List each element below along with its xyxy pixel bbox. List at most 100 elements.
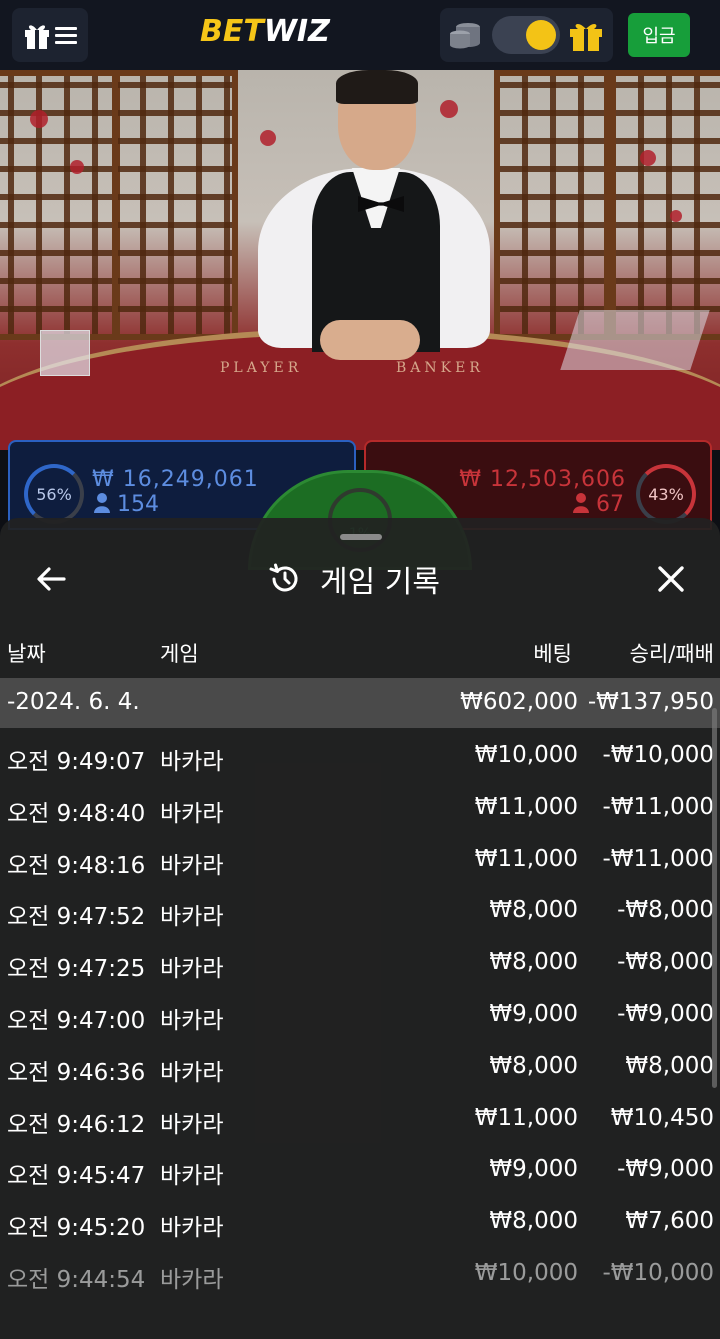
table-banker-label: BANKER xyxy=(396,360,484,376)
history-icon xyxy=(269,563,298,592)
row-bet: ₩11,000 xyxy=(474,845,578,872)
row-result: -₩9,000 xyxy=(617,1156,714,1183)
row-result: -₩10,000 xyxy=(602,742,714,768)
player-bet-count: 154 xyxy=(117,492,159,517)
sheet-title-text: 게임 기록 xyxy=(320,565,440,600)
user-icon xyxy=(94,493,110,513)
live-video: PLAYER BANKER xyxy=(0,70,720,450)
dealer-hair xyxy=(336,70,418,104)
blossom xyxy=(640,150,656,166)
arrow-left-icon xyxy=(37,567,66,591)
hamburger-icon xyxy=(55,27,77,44)
user-icon xyxy=(573,493,589,513)
gift-icon xyxy=(25,25,49,49)
row-bet: ₩9,000 xyxy=(489,1156,578,1183)
deposit-button[interactable]: 입금 xyxy=(628,13,690,57)
row-game: 바카라 xyxy=(160,1111,224,1138)
row-time: 오전 9:44:54 xyxy=(7,1266,146,1293)
back-button[interactable] xyxy=(26,554,76,604)
player-percent-ring: 56% xyxy=(24,464,84,524)
lattice-screen xyxy=(112,70,238,340)
page: BETWIZ 입금 PLAYER BANKER 56% ₩ 16,249,061… xyxy=(0,0,720,1339)
row-bet: ₩11,000 xyxy=(474,793,578,820)
summary-date: -2024. 6. 4. xyxy=(7,689,140,715)
history-table-header: 날짜 게임 베팅 승리/패배 xyxy=(0,630,720,674)
lattice-screen xyxy=(610,70,720,340)
banker-percent-ring: 43% xyxy=(636,464,696,524)
row-time: 오전 9:45:20 xyxy=(7,1215,146,1242)
table-row[interactable]: 오전 9:45:47 바카라 ₩9,000 -₩9,000 xyxy=(0,1144,720,1196)
column-bet: 베팅 xyxy=(533,642,572,666)
theme-toggle[interactable] xyxy=(492,16,560,54)
date-summary-row[interactable]: -2024. 6. 4. ₩602,000 -₩137,950 xyxy=(0,678,720,728)
player-percent: 56% xyxy=(36,484,72,504)
game-history-sheet: 게임 기록 날짜 게임 베팅 승리/패배 -2024. 6. 4. ₩602,0… xyxy=(0,518,720,1339)
table-row[interactable]: 오전 9:45:20 바카라 ₩8,000 ₩7,600 xyxy=(0,1196,720,1248)
row-game: 바카라 xyxy=(160,749,224,775)
tool-group xyxy=(440,8,613,62)
table-row[interactable]: 오전 9:47:00 바카라 ₩9,000 -₩9,000 xyxy=(0,989,720,1041)
lattice-screen xyxy=(0,70,120,340)
table-row[interactable]: 오전 9:44:54 바카라 ₩10,000 -₩10,000 xyxy=(0,1248,720,1300)
card-shoe xyxy=(40,330,90,376)
row-bet: ₩11,000 xyxy=(474,1104,578,1131)
row-result: -₩9,000 xyxy=(617,1000,714,1027)
table-row[interactable]: 오전 9:49:07 바카라 ₩10,000 -₩10,000 xyxy=(0,730,720,782)
row-bet: ₩9,000 xyxy=(489,1000,578,1027)
row-game: 바카라 xyxy=(160,956,224,983)
blossom xyxy=(30,110,48,128)
row-game: 바카라 xyxy=(160,1059,224,1086)
banker-bet-count: 67 xyxy=(596,492,624,517)
row-time: 오전 9:46:36 xyxy=(7,1059,146,1086)
column-result: 승리/패배 xyxy=(629,642,714,666)
row-result: -₩8,000 xyxy=(617,897,714,924)
summary-result: -₩137,950 xyxy=(587,689,714,715)
table-row[interactable]: 오전 9:46:12 바카라 ₩11,000 ₩10,450 xyxy=(0,1093,720,1145)
blossom xyxy=(260,130,276,146)
row-result: ₩7,600 xyxy=(625,1208,714,1235)
banker-bet-count-wrap: 67 xyxy=(573,492,624,517)
table-row[interactable]: 오전 9:48:16 바카라 ₩11,000 -₩11,000 xyxy=(0,834,720,886)
menu-button[interactable] xyxy=(12,8,88,62)
row-bet: ₩8,000 xyxy=(489,1208,578,1235)
row-game: 바카라 xyxy=(160,800,224,827)
betwiz-logo[interactable]: BETWIZ xyxy=(200,14,330,49)
coins-icon[interactable] xyxy=(448,20,482,50)
close-icon xyxy=(658,566,684,592)
row-time: 오전 9:48:40 xyxy=(7,800,146,827)
scrollbar[interactable] xyxy=(712,708,717,1088)
row-time: 오전 9:49:07 xyxy=(7,749,146,775)
table-row[interactable]: 오전 9:46:36 바카라 ₩8,000 ₩8,000 xyxy=(0,1041,720,1093)
blossom xyxy=(70,160,84,174)
player-bet-count-wrap: 154 xyxy=(94,492,159,517)
top-bar: BETWIZ 입금 xyxy=(0,0,720,70)
row-time: 오전 9:47:00 xyxy=(7,1007,146,1034)
column-date: 날짜 xyxy=(7,642,46,666)
row-bet: ₩10,000 xyxy=(474,742,578,768)
row-result: -₩11,000 xyxy=(602,793,714,820)
close-button[interactable] xyxy=(646,554,696,604)
row-bet: ₩8,000 xyxy=(489,1052,578,1079)
history-rows: 오전 9:49:07 바카라 ₩10,000 -₩10,000 오전 9:48:… xyxy=(0,730,720,1300)
toggle-knob xyxy=(526,20,556,50)
table-row[interactable]: 오전 9:48:40 바카라 ₩11,000 -₩11,000 xyxy=(0,782,720,834)
table-row[interactable]: 오전 9:47:52 바카라 ₩8,000 -₩8,000 xyxy=(0,885,720,937)
blossom xyxy=(670,210,682,222)
summary-bet: ₩602,000 xyxy=(460,689,578,715)
logo-bet: BET xyxy=(200,14,264,49)
row-game: 바카라 xyxy=(160,1163,224,1190)
player-bet-amount: ₩ 16,249,061 xyxy=(92,467,259,492)
logo-wiz: WIZ xyxy=(263,14,330,49)
sheet-drag-handle[interactable] xyxy=(340,534,382,540)
row-time: 오전 9:45:47 xyxy=(7,1163,146,1190)
row-time: 오전 9:47:25 xyxy=(7,956,146,983)
row-game: 바카라 xyxy=(160,904,224,931)
table-row[interactable]: 오전 9:47:25 바카라 ₩8,000 -₩8,000 xyxy=(0,937,720,989)
row-result: -₩11,000 xyxy=(602,845,714,872)
sheet-title: 게임 기록 xyxy=(268,554,440,604)
row-result: -₩8,000 xyxy=(617,949,714,976)
row-time: 오전 9:48:16 xyxy=(7,852,146,879)
row-game: 바카라 xyxy=(160,1007,224,1034)
lattice-screen xyxy=(494,70,610,340)
gift-icon[interactable] xyxy=(568,18,604,52)
